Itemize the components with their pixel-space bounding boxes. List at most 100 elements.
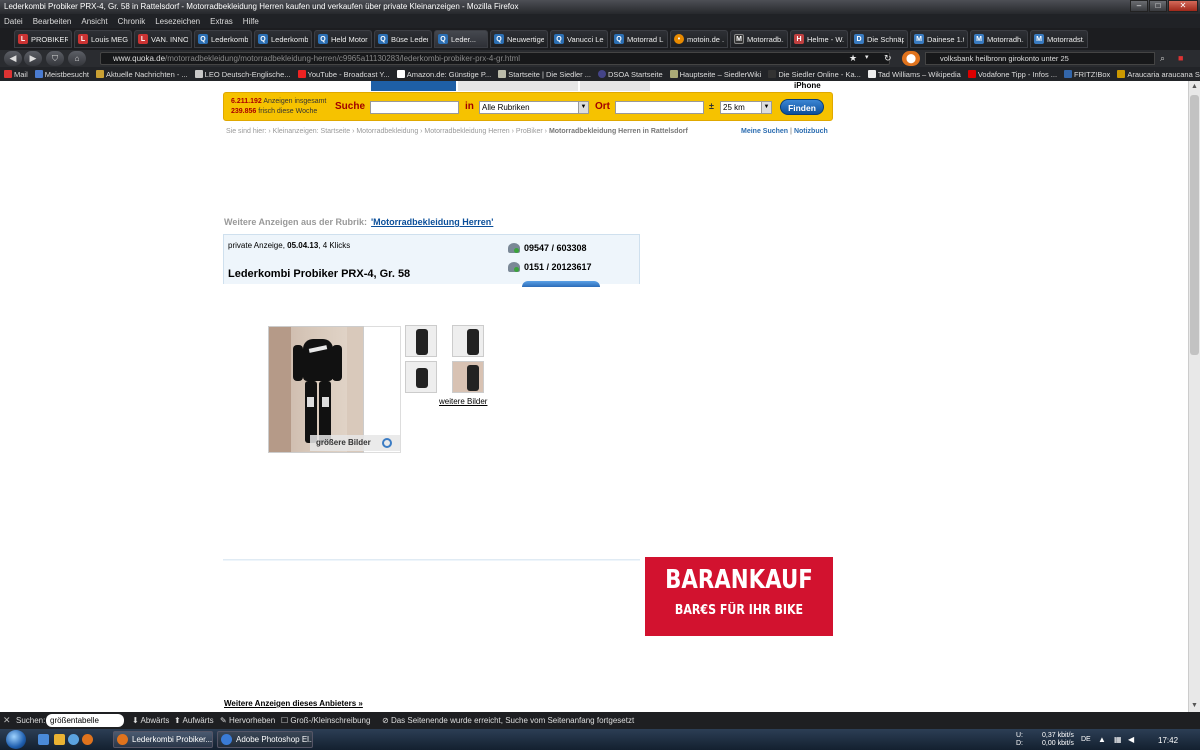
bookmark-item[interactable]: Startseite | Die Siedler ...: [498, 70, 591, 79]
bookmark-star-icon[interactable]: ★: [849, 53, 857, 64]
ie-icon[interactable]: [68, 734, 79, 745]
tab-8[interactable]: QNeuwertige...: [490, 30, 548, 48]
tray-arrow-icon[interactable]: ▲: [1098, 735, 1106, 744]
url-bar[interactable]: www.quoka.de/motorradbekleidung/motorrad…: [100, 52, 890, 65]
start-button[interactable]: [6, 730, 26, 749]
search-input[interactable]: [370, 101, 459, 114]
bookmark-item[interactable]: FRITZ!Box: [1064, 70, 1110, 79]
menu-ansicht[interactable]: Ansicht: [81, 17, 107, 26]
tab-10[interactable]: QMotorrad L...: [610, 30, 668, 48]
menu-chronik[interactable]: Chronik: [118, 17, 146, 26]
web-search-input[interactable]: volksbank heilbronn girokonto unter 25: [925, 52, 1155, 65]
bookmark-item[interactable]: Mail: [4, 70, 28, 79]
site-nav-tab[interactable]: [371, 81, 456, 91]
minimize-button[interactable]: –: [1130, 0, 1148, 12]
contact-button[interactable]: [522, 281, 600, 287]
find-down-button[interactable]: ⬇ Abwärts: [132, 716, 169, 725]
menu-hilfe[interactable]: Hilfe: [243, 17, 259, 26]
firefox-icon[interactable]: [82, 734, 93, 745]
taskbar-photoshop[interactable]: Adobe Photoshop El...: [217, 731, 313, 748]
tab-13[interactable]: HHelme - W...: [790, 30, 848, 48]
find-up-button[interactable]: ⬆ Aufwärts: [174, 716, 214, 725]
barankauf-banner[interactable]: BARANKAUF BAR€S FÜR IHR BIKE: [645, 557, 833, 636]
thumbnail-4[interactable]: [452, 361, 484, 393]
search-icon[interactable]: ⌕: [1160, 53, 1165, 64]
tab-5[interactable]: QHeld Motor...: [314, 30, 372, 48]
thumbnail-2[interactable]: [452, 325, 484, 357]
scroll-down-icon[interactable]: ▼: [1189, 700, 1200, 712]
explorer-icon[interactable]: [54, 734, 65, 745]
back-button[interactable]: ◀: [4, 51, 22, 66]
location-input[interactable]: [615, 101, 704, 114]
forward-button[interactable]: ▶: [24, 51, 42, 66]
tab-14[interactable]: DDie Schnäp...: [850, 30, 908, 48]
bookmark-item[interactable]: LEO Deutsch-Englische...: [194, 70, 291, 79]
menu-extras[interactable]: Extras: [210, 17, 233, 26]
tab-9[interactable]: QVanucci Le...: [550, 30, 608, 48]
volume-icon[interactable]: ◀: [1128, 735, 1134, 744]
case-sensitive-checkbox[interactable]: ☐ Groß-/Kleinschreibung: [281, 716, 370, 725]
addon-icon[interactable]: ■: [1178, 53, 1183, 63]
highlight-button[interactable]: ✎ Hervorheben: [220, 716, 275, 725]
find-input[interactable]: größentabelle: [46, 714, 124, 727]
menu-bearbeiten[interactable]: Bearbeiten: [33, 17, 72, 26]
tab-7-active[interactable]: Q Leder...: [434, 30, 488, 48]
url-dropdown-icon[interactable]: ▾: [865, 53, 869, 61]
tab-17[interactable]: MMotorradst...: [1030, 30, 1088, 48]
site-nav-tab[interactable]: [458, 81, 578, 91]
notebook-link[interactable]: Notizbuch: [794, 128, 828, 135]
main-photo[interactable]: [268, 326, 364, 453]
more-pictures-link[interactable]: weitere Bilder: [439, 397, 487, 406]
scroll-up-icon[interactable]: ▲: [1189, 81, 1200, 93]
bookmark-item[interactable]: Aktuelle Nachrichten - ...: [95, 70, 188, 79]
bookmark-item[interactable]: Meistbesucht: [34, 70, 89, 79]
more-ads-from-seller-link[interactable]: Weitere Anzeigen dieses Anbieters »: [224, 699, 363, 708]
show-desktop-icon[interactable]: [38, 734, 49, 745]
tab-16[interactable]: M Motorradh...: [970, 30, 1028, 48]
tab-11[interactable]: •motoin.de ...: [670, 30, 728, 48]
thumbnail-3[interactable]: [405, 361, 437, 393]
breadcrumb-path[interactable]: Sie sind hier: › Kleinanzeigen: Startsei…: [226, 128, 549, 135]
find-button[interactable]: Finden: [780, 99, 824, 115]
task-label: Adobe Photoshop El...: [236, 735, 313, 744]
vertical-scrollbar[interactable]: ▲ ▼: [1188, 81, 1200, 712]
site-nav-tab[interactable]: [580, 81, 650, 91]
tab-1[interactable]: LLouis MEG...: [74, 30, 132, 48]
menu-lesezeichen[interactable]: Lesezeichen: [155, 17, 200, 26]
bigger-pictures-button[interactable]: größere Bilder: [310, 435, 400, 451]
firefox-menu-icon[interactable]: ⬤: [902, 51, 920, 66]
reload-icon[interactable]: ↻: [884, 53, 892, 64]
menu-datei[interactable]: Datei: [4, 17, 23, 26]
home-icon[interactable]: ⌂: [68, 51, 86, 66]
iphone-link[interactable]: iPhone: [794, 81, 821, 90]
bookmark-item[interactable]: Vodafone Tipp - Infos ...: [967, 70, 1057, 79]
tab-0[interactable]: LPROBIKER ...: [14, 30, 72, 48]
tab-6[interactable]: QBüse Leder...: [374, 30, 432, 48]
tab-2[interactable]: LVAN. INNO...: [134, 30, 192, 48]
bookmark-item[interactable]: Hauptseite – SiedlerWiki: [669, 70, 761, 79]
bookmark-item[interactable]: YouTube - Broadcast Y...: [297, 70, 390, 79]
bookmark-item[interactable]: Die Siedler Online - Ka...: [768, 70, 861, 79]
tab-15[interactable]: MDainese 1.tl...: [910, 30, 968, 48]
taskbar-firefox[interactable]: Lederkombi Probiker...: [113, 731, 213, 748]
maximize-button[interactable]: □: [1149, 0, 1167, 12]
radius-select[interactable]: 25 km ▼: [720, 101, 772, 114]
close-window-button[interactable]: ✕: [1168, 0, 1198, 12]
scrollbar-thumb[interactable]: [1190, 95, 1199, 355]
my-searches-link[interactable]: Meine Suchen: [741, 128, 788, 135]
tab-12[interactable]: M Motorradb...: [730, 30, 788, 48]
language-indicator[interactable]: DE: [1081, 736, 1091, 743]
bookmark-item[interactable]: DSOA Startseite: [598, 70, 663, 79]
bookmark-item[interactable]: Araucaria araucana Sch...: [1117, 70, 1200, 79]
category-link[interactable]: 'Motorradbekleidung Herren': [371, 217, 493, 227]
category-select[interactable]: Alle Rubriken ▼: [479, 101, 589, 114]
clock[interactable]: 17:42: [1158, 736, 1178, 745]
tab-4[interactable]: QLederkomb...: [254, 30, 312, 48]
tab-3[interactable]: QLederkomb...: [194, 30, 252, 48]
thumbnail-1[interactable]: [405, 325, 437, 357]
bookmark-item[interactable]: Tad Williams – Wikipedia: [867, 70, 961, 79]
shield-icon[interactable]: ⛉: [46, 51, 64, 66]
bookmark-item[interactable]: Amazon.de: Günstige P...: [396, 70, 491, 79]
close-find-bar-icon[interactable]: ✕: [3, 715, 11, 726]
network-icon[interactable]: ▦: [1114, 735, 1122, 744]
